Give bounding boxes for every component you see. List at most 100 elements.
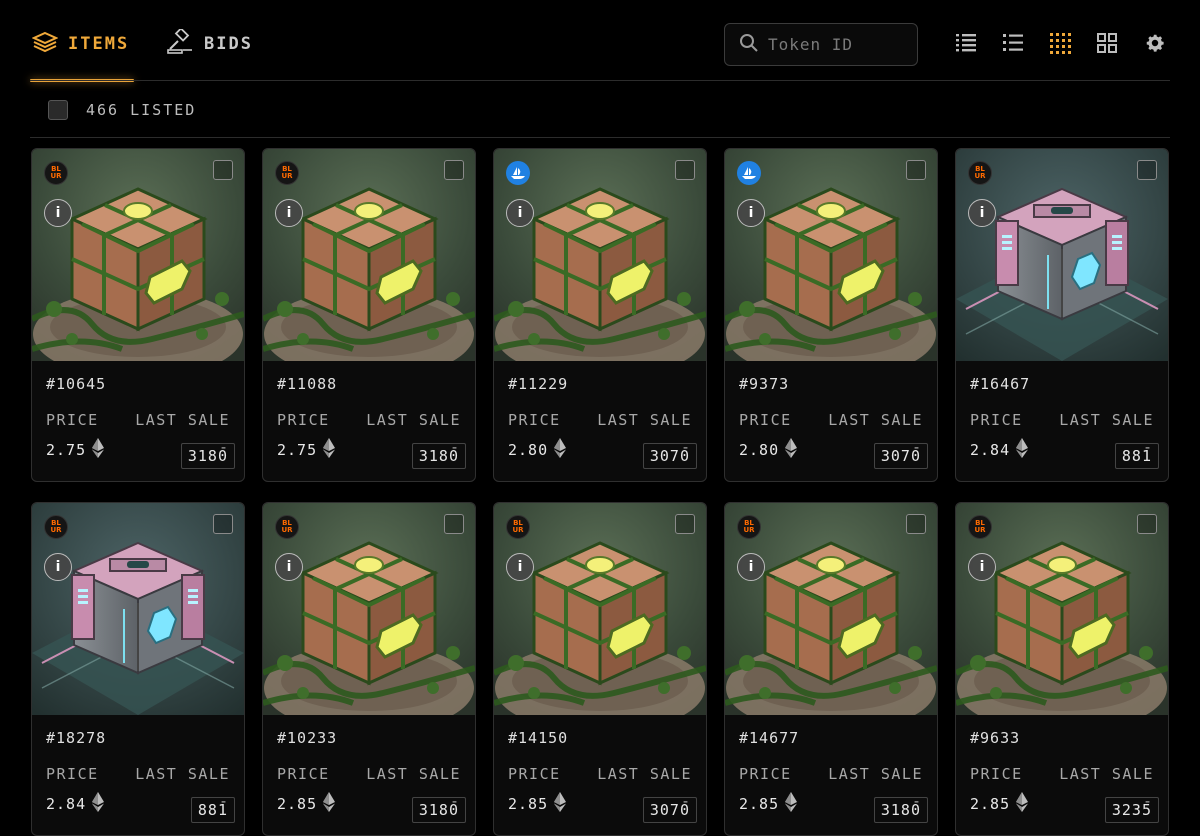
nft-card[interactable]: BL UR i 3180 #11088 PRICE LAST SALE 2.75 … <box>262 148 476 482</box>
eth-icon <box>785 792 798 816</box>
nft-card[interactable]: BL UR i 3235 #9633 PRICE LAST SALE 2.85 - <box>955 502 1169 836</box>
rarity-rank: 881 <box>1114 443 1159 469</box>
card-select-checkbox[interactable] <box>213 514 233 534</box>
price-amount: 2.80 <box>508 441 549 459</box>
listed-row: 466 LISTED <box>48 99 196 121</box>
listed-divider <box>30 137 1170 138</box>
card-select-checkbox[interactable] <box>675 160 695 180</box>
card-select-checkbox[interactable] <box>444 514 464 534</box>
last-sale-label: LAST SALE <box>597 411 692 429</box>
search-input[interactable] <box>768 35 908 54</box>
card-select-checkbox[interactable] <box>444 160 464 180</box>
price-amount: 2.85 <box>277 795 318 813</box>
rarity-rank: 881 <box>190 797 235 823</box>
eth-icon <box>785 438 798 462</box>
last-sale-value: - <box>449 792 459 810</box>
token-id: #11229 <box>508 375 569 393</box>
info-icon[interactable]: i <box>275 199 303 227</box>
price-label: PRICE <box>277 411 330 429</box>
token-id: #11088 <box>277 375 338 393</box>
price-value: 2.85 <box>970 792 1029 816</box>
token-id: #10645 <box>46 375 107 393</box>
info-icon[interactable]: i <box>737 553 765 581</box>
blur-icon: BL UR <box>44 515 68 539</box>
list-view-compact-button[interactable] <box>954 33 978 57</box>
token-id: #9373 <box>739 375 790 393</box>
info-icon[interactable]: i <box>44 199 72 227</box>
eth-icon <box>554 438 567 462</box>
price-label: PRICE <box>277 765 330 783</box>
price-amount: 2.84 <box>970 441 1011 459</box>
select-all-checkbox[interactable] <box>48 100 68 120</box>
token-search[interactable] <box>724 23 918 66</box>
blur-icon: BL UR <box>737 515 761 539</box>
price-value: 2.84 <box>970 438 1029 462</box>
info-icon[interactable]: i <box>506 199 534 227</box>
last-sale-label: LAST SALE <box>828 411 923 429</box>
listed-count: 466 LISTED <box>86 101 197 119</box>
token-id: #10233 <box>277 729 338 747</box>
tab-bids-label: BIDS <box>204 34 253 54</box>
card-select-checkbox[interactable] <box>906 160 926 180</box>
info-icon[interactable]: i <box>275 553 303 581</box>
nft-card[interactable]: BL UR i 881 #16467 PRICE LAST SALE 2.84 - <box>955 148 1169 482</box>
last-sale-label: LAST SALE <box>597 765 692 783</box>
price-value: 2.80 <box>508 438 567 462</box>
settings-button[interactable] <box>1143 33 1167 57</box>
list-compact-icon <box>955 32 977 58</box>
last-sale-label: LAST SALE <box>366 411 461 429</box>
gear-icon <box>1144 32 1166 58</box>
last-sale-value: - <box>218 792 228 810</box>
info-icon[interactable]: i <box>44 553 72 581</box>
price-label: PRICE <box>739 411 792 429</box>
nft-card[interactable]: BL UR i 3180 #10645 PRICE LAST SALE 2.75 … <box>31 148 245 482</box>
nft-card[interactable]: BL UR i 881 #18278 PRICE LAST SALE 2.84 - <box>31 502 245 836</box>
last-sale-label: LAST SALE <box>135 411 230 429</box>
nft-card[interactable]: i 3070 #9373 PRICE LAST SALE 2.80 - <box>724 148 938 482</box>
price-amount: 2.85 <box>970 795 1011 813</box>
nft-card[interactable]: BL UR i 3180 #10233 PRICE LAST SALE 2.85 … <box>262 502 476 836</box>
last-sale-label: LAST SALE <box>1059 765 1154 783</box>
grid-view-button[interactable] <box>1095 33 1119 57</box>
eth-icon <box>323 792 336 816</box>
tab-items[interactable]: ITEMS <box>31 26 130 62</box>
list-view-button[interactable] <box>1001 33 1025 57</box>
blur-icon: BL UR <box>275 515 299 539</box>
price-value: 2.85 <box>508 792 567 816</box>
token-id: #9633 <box>970 729 1021 747</box>
card-select-checkbox[interactable] <box>213 160 233 180</box>
tab-items-label: ITEMS <box>68 34 130 54</box>
top-bar: ITEMS BIDS <box>0 0 1200 82</box>
opensea-icon <box>737 161 761 185</box>
price-value: 2.85 <box>739 792 798 816</box>
nft-card[interactable]: i 3070 #11229 PRICE LAST SALE 2.80 - <box>493 148 707 482</box>
layers-icon <box>31 31 59 58</box>
eth-icon <box>1016 438 1029 462</box>
last-sale-label: LAST SALE <box>828 765 923 783</box>
grid-dense-view-button[interactable] <box>1048 33 1072 57</box>
info-icon[interactable]: i <box>968 553 996 581</box>
price-label: PRICE <box>739 765 792 783</box>
nft-card[interactable]: BL UR i 3070 #14150 PRICE LAST SALE 2.85 … <box>493 502 707 836</box>
info-icon[interactable]: i <box>506 553 534 581</box>
tab-bids[interactable]: BIDS <box>166 26 253 62</box>
nft-card[interactable]: BL UR i 3180 #14677 PRICE LAST SALE 2.85 … <box>724 502 938 836</box>
price-amount: 2.75 <box>46 441 87 459</box>
token-id: #14677 <box>739 729 800 747</box>
price-label: PRICE <box>970 411 1023 429</box>
info-icon[interactable]: i <box>968 199 996 227</box>
card-select-checkbox[interactable] <box>1137 160 1157 180</box>
card-select-checkbox[interactable] <box>1137 514 1157 534</box>
card-select-checkbox[interactable] <box>906 514 926 534</box>
card-select-checkbox[interactable] <box>675 514 695 534</box>
last-sale-value: - <box>911 438 921 456</box>
last-sale-label: LAST SALE <box>366 765 461 783</box>
last-sale-value: - <box>911 792 921 810</box>
list-icon <box>1002 32 1024 58</box>
price-label: PRICE <box>508 765 561 783</box>
last-sale-value: - <box>680 792 690 810</box>
info-icon[interactable]: i <box>737 199 765 227</box>
token-id: #16467 <box>970 375 1031 393</box>
last-sale-label: LAST SALE <box>1059 411 1154 429</box>
grid-dense-icon <box>1049 32 1071 58</box>
